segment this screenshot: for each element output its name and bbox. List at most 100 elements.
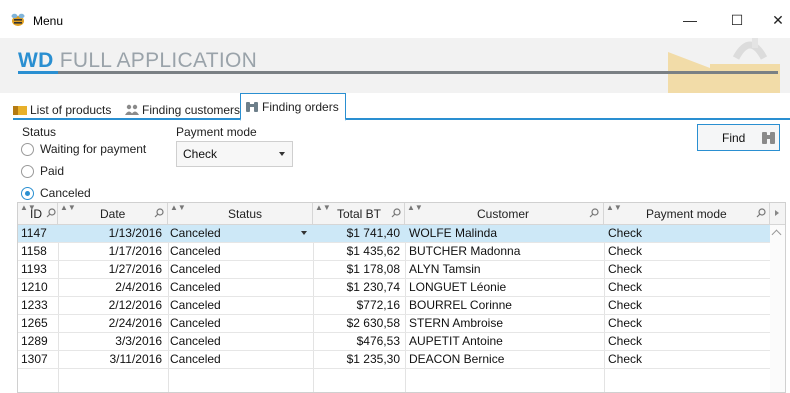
cell-customer: AUPETIT Antoine — [409, 334, 503, 348]
status-label: Status — [22, 125, 57, 139]
cell-date: 2/4/2016 — [115, 280, 162, 294]
cell-customer: BUTCHER Madonna — [409, 244, 521, 258]
column-header-customer[interactable]: ▲▼ Customer — [405, 203, 604, 225]
sort-icon: ▲▼ — [315, 203, 331, 212]
minimize-button[interactable]: — — [670, 8, 710, 32]
banner-divider — [18, 71, 778, 74]
cell-total-bt: $476,53 — [356, 334, 400, 348]
find-button-label: Find — [722, 131, 746, 145]
tab-bar: List of products Finding customers Findi… — [13, 93, 790, 121]
cell-date: 2/24/2016 — [108, 316, 162, 330]
cell-date: 3/11/2016 — [109, 352, 163, 366]
radio-indicator — [21, 164, 34, 178]
table-row[interactable]: 1307 3/11/2016 Canceled $1 235,30 DEACON Ber… — [18, 351, 770, 369]
scroll-right-icon[interactable] — [775, 210, 779, 216]
cell-date: 1/17/2016 — [108, 244, 162, 258]
cell-id: 1193 — [21, 262, 47, 276]
brand-wd: WD — [18, 49, 54, 72]
search-icon[interactable] — [756, 208, 766, 218]
column-header-status[interactable]: ▲▼ Status — [168, 203, 313, 225]
app-banner: WD FULL APPLICATION — [0, 38, 790, 93]
window-title: Menu — [33, 14, 64, 28]
search-icon[interactable] — [154, 208, 164, 218]
chevron-down-icon[interactable] — [301, 231, 307, 235]
cell-total-bt: $1 435,62 — [346, 244, 400, 258]
cell-status: Canceled — [170, 244, 221, 258]
banner-decoration — [668, 38, 780, 93]
tab-label: List of products — [30, 102, 112, 117]
table-row[interactable]: 1147 1/13/2016 Canceled $1 741,40 WOLFE Mali… — [18, 225, 770, 243]
cell-payment-mode: Check — [608, 334, 643, 348]
binoculars-icon — [762, 132, 775, 144]
tab-list-of-products[interactable]: List of products — [13, 99, 111, 120]
radio-waiting-for-payment[interactable]: Waiting for payment — [21, 142, 146, 156]
radio-indicator — [21, 142, 34, 156]
tab-finding-orders[interactable]: Finding orders — [240, 93, 346, 121]
cell-payment-mode: Check — [608, 226, 643, 240]
search-icon[interactable] — [46, 208, 56, 218]
table-row[interactable]: 1289 3/3/2016 Canceled $476,53 AUPETIT Antoi… — [18, 333, 770, 351]
title-bar: Menu — ☐ ✕ — [0, 0, 790, 38]
sort-icon: ▲▼ — [170, 203, 186, 212]
column-header-id[interactable]: ▲▼ ID — [18, 203, 58, 225]
column-label: Status — [228, 207, 263, 221]
column-label: Customer — [477, 207, 530, 221]
find-button[interactable]: Find — [697, 124, 780, 151]
sort-icon: ▲▼ — [407, 203, 423, 212]
tab-label: Finding orders — [262, 99, 339, 114]
cell-payment-mode: Check — [608, 280, 643, 294]
cell-id: 1158 — [21, 244, 47, 258]
banner-divider-accent — [18, 71, 58, 74]
cell-payment-mode: Check — [608, 262, 643, 276]
cell-total-bt: $772,16 — [356, 298, 400, 312]
scroll-up-icon[interactable] — [771, 229, 782, 240]
cell-payment-mode: Check — [608, 298, 643, 312]
column-header-payment-mode[interactable]: ▲▼ Payment mode — [604, 203, 770, 225]
search-icon[interactable] — [391, 208, 401, 218]
column-label: ID — [30, 207, 42, 221]
sort-icon: ▲▼ — [60, 203, 76, 212]
cell-payment-mode: Check — [608, 316, 643, 330]
radio-paid[interactable]: Paid — [21, 164, 64, 178]
app-bee-icon — [11, 13, 25, 26]
table-row[interactable]: 1193 1/27/2016 Canceled $1 178,08 ALYN Tamsi… — [18, 261, 770, 279]
maximize-button[interactable]: ☐ — [717, 8, 757, 32]
column-label: Total BT — [337, 207, 382, 221]
radio-indicator-selected — [21, 186, 34, 200]
cell-date: 1/13/2016 — [108, 226, 162, 240]
table-row[interactable]: 1158 1/17/2016 Canceled $1 435,62 BUTCHER Ma… — [18, 243, 770, 261]
cell-id: 1289 — [21, 334, 48, 348]
cell-date: 3/3/2016 — [115, 334, 162, 348]
cell-id: 1233 — [21, 298, 48, 312]
cell-customer: STERN Ambroise — [409, 316, 504, 330]
cell-customer: ALYN Tamsin — [409, 262, 481, 276]
cell-customer: BOURREL Corinne — [409, 298, 512, 312]
table-row[interactable]: 1210 2/4/2016 Canceled $1 230,74 LONGUET Léo… — [18, 279, 770, 297]
table-row[interactable]: 1265 2/24/2016 Canceled $2 630,58 STERN Ambr… — [18, 315, 770, 333]
radio-label: Waiting for payment — [40, 142, 147, 156]
cell-id: 1210 — [21, 280, 48, 294]
chevron-down-icon — [279, 152, 285, 156]
column-header-date[interactable]: ▲▼ Date — [58, 203, 168, 225]
cell-status: Canceled — [170, 298, 221, 312]
search-icon[interactable] — [589, 208, 599, 218]
tab-label: Finding customers — [142, 102, 241, 117]
cell-status: Canceled — [170, 334, 221, 348]
radio-canceled[interactable]: Canceled — [21, 186, 91, 200]
cell-total-bt: $1 230,74 — [346, 280, 400, 294]
payment-mode-select[interactable]: Check — [176, 141, 293, 167]
column-label: Payment mode — [646, 207, 727, 221]
cell-customer: LONGUET Léonie — [409, 280, 507, 294]
tab-finding-customers[interactable]: Finding customers — [125, 99, 240, 120]
cell-status: Canceled — [170, 280, 221, 294]
app-brand: WD FULL APPLICATION — [18, 49, 257, 73]
cell-total-bt: $1 235,30 — [346, 352, 400, 366]
column-header-total-bt[interactable]: ▲▼ Total BT — [313, 203, 405, 225]
close-button[interactable]: ✕ — [758, 8, 790, 32]
cell-status: Canceled — [170, 316, 221, 330]
brand-name: FULL APPLICATION — [59, 49, 258, 72]
orders-table: ▲▼ ID ▲▼ Date ▲▼ Status ▲▼ Total BT ▲▼ C… — [17, 202, 786, 393]
vertical-scrollbar[interactable] — [770, 225, 785, 392]
binoculars-icon — [246, 101, 258, 112]
table-row[interactable]: 1233 2/12/2016 Canceled $772,16 BOURREL Cori… — [18, 297, 770, 315]
